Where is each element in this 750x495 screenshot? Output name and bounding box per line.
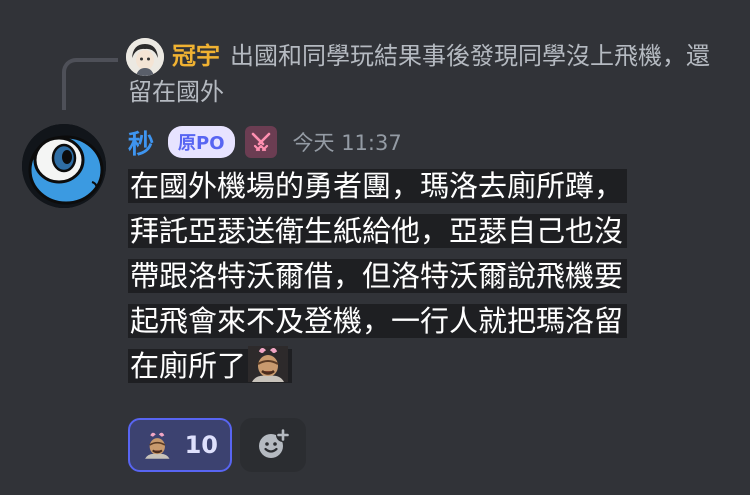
reply-connector <box>62 58 118 110</box>
add-emoji-icon <box>259 428 290 458</box>
reply-avatar-image <box>126 38 164 76</box>
reactions-bar: 10 <box>128 418 306 472</box>
laughing-man-emoji-icon <box>142 431 173 459</box>
avatar[interactable] <box>22 124 106 208</box>
reaction-count: 10 <box>184 431 218 459</box>
timestamp: 今天 11:37 <box>292 131 402 155</box>
add-reaction-button[interactable] <box>240 418 306 472</box>
message-line: 起飛會來不及登機，一行人就把瑪洛留 <box>128 304 628 338</box>
avatar-image <box>22 124 106 208</box>
message-line: 在國外機場的勇者團，瑪洛去廁所蹲， <box>128 169 628 203</box>
reply-author[interactable]: 冠宇 <box>172 42 220 70</box>
message-line: 拜託亞瑟送衛生紙給他，亞瑟自己也沒 <box>128 214 628 248</box>
reply-preview[interactable]: 冠宇 出國和同學玩結果事後發現同學沒上飛機，還留在國外 <box>128 38 728 110</box>
reply-avatar[interactable] <box>126 38 164 76</box>
role-swords-icon[interactable] <box>244 126 277 158</box>
op-badge: 原PO <box>168 126 235 158</box>
message-line: 帶跟洛特沃爾借，但洛特沃爾說飛機要 <box>128 259 628 293</box>
message-line: 在廁所了 <box>130 349 247 383</box>
message-header: 秒 原PO 今天 11:37 <box>128 122 402 162</box>
reaction-laughing-man[interactable]: 10 <box>128 418 232 472</box>
message-content: 在國外機場的勇者團，瑪洛去廁所蹲， 拜託亞瑟送衛生紙給他，亞瑟自己也沒 帶跟洛特… <box>128 164 718 389</box>
author-name[interactable]: 秒 <box>128 124 154 161</box>
laughing-man-emoji-icon[interactable] <box>248 346 289 382</box>
